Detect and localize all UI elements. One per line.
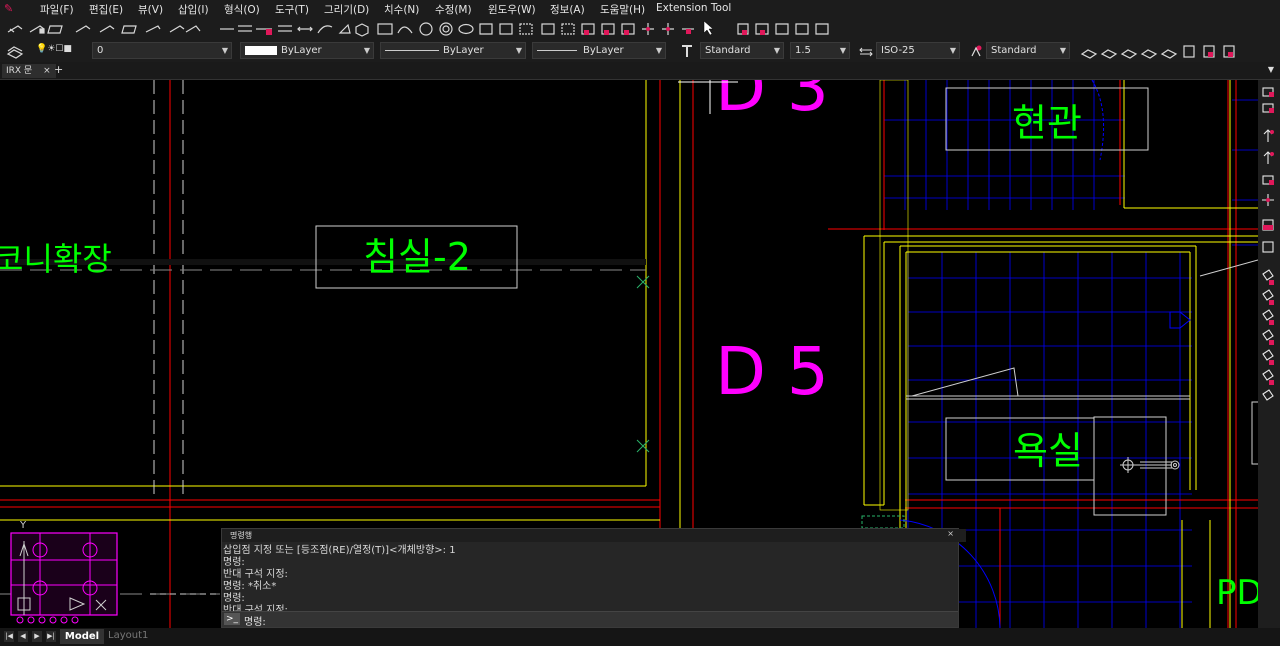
modify-toolbar-icons [1262, 87, 1274, 401]
color-swatch [245, 45, 277, 55]
layout-tab-bar: |◀ ◀ ▶ ▶| Model Layout1 [0, 628, 1280, 646]
dim-style-value: ISO-25 [881, 45, 915, 56]
room-label-entrance[interactable]: 현관 [1012, 101, 1082, 145]
menu-edit[interactable]: 편집(E) [89, 2, 123, 17]
tab-menu-chevron-icon[interactable]: ▼ [1268, 65, 1274, 74]
menu-info[interactable]: 정보(A) [550, 2, 585, 17]
point-marker-icons [636, 275, 650, 453]
draw-tool-icon [121, 25, 137, 34]
command-window[interactable]: 명령행 × 삽입점 지정 또는 [등조점(RE)/열정(T)]<개체방향>: 1… [221, 528, 966, 628]
chevron-down-icon: ▼ [655, 46, 662, 55]
tab-layout1[interactable]: Layout1 [108, 630, 148, 641]
menu-extension-tool[interactable]: Extension Tool [656, 2, 731, 14]
menu-bar: ✎ 파일(F) 편집(E) 뷰(V) 삽입(I) 형식(O) 도구(T) 그리기… [0, 0, 1280, 17]
command-prompt-label: 명령: [244, 617, 266, 628]
draw-tool-icon [47, 25, 63, 34]
line-sample [385, 49, 439, 51]
menu-tools[interactable]: 도구(T) [275, 2, 309, 17]
chevron-down-icon: ▼ [363, 46, 370, 55]
text-height-value: 1.5 [795, 45, 811, 56]
text-height-dropdown[interactable]: 1.5 ▼ [790, 42, 850, 59]
command-prompt-icon: >_ [224, 613, 240, 625]
ucs-y-label: Y [19, 520, 27, 531]
document-tab-label: IRX 문 [6, 66, 33, 76]
command-history-line: 삽입점 지정 또는 [등조점(RE)/열정(T)]<개체방향>: 1 [223, 545, 456, 556]
red-badge-icon [266, 29, 272, 35]
dashed-grid-lines [153, 80, 184, 500]
draw-tool-icon [99, 25, 115, 33]
door-label-d3[interactable]: D 3 [715, 80, 829, 126]
mouse-cursor-icon [703, 20, 714, 36]
dim-style-dropdown[interactable]: ISO-25 ▼ [876, 42, 960, 59]
room-label-bathroom[interactable]: 욕실 [1013, 429, 1083, 473]
chevron-down-icon: ▼ [515, 46, 522, 55]
layer-state-icons[interactable]: 💡☀☐■ [36, 44, 72, 54]
menu-format[interactable]: 형식(O) [224, 2, 260, 17]
command-input[interactable]: >_ 명령: [222, 611, 958, 628]
text-style-dropdown[interactable]: Standard ▼ [700, 42, 784, 59]
menu-insert[interactable]: 삽입(I) [178, 2, 209, 17]
mleader-style-value: Standard [991, 45, 1037, 56]
chevron-down-icon: ▼ [1059, 46, 1066, 55]
draw-tool-icon [29, 25, 45, 34]
menu-draw[interactable]: 그리기(D) [324, 2, 369, 17]
layer-value: 0 [97, 45, 104, 56]
pd-label[interactable]: PD [1216, 573, 1258, 613]
last-layout-icon[interactable]: ▶| [46, 631, 56, 642]
close-icon[interactable]: × [947, 529, 954, 538]
linetype-value: ByLayer [443, 45, 484, 56]
draw-tool-icon [185, 25, 201, 33]
color-value: ByLayer [281, 45, 322, 56]
room-label-balcony[interactable]: 코니확장 [0, 240, 112, 278]
menu-dimension[interactable]: 치수(N) [384, 2, 419, 17]
door-label-d5[interactable]: D 5 [715, 333, 829, 410]
text-style-value: Standard [705, 45, 751, 56]
chevron-down-icon: ▼ [773, 46, 780, 55]
color-dropdown[interactable]: ByLayer ▼ [240, 42, 374, 59]
draw-toolbar-icons [7, 20, 829, 37]
menu-view[interactable]: 뷰(V) [138, 2, 163, 17]
menu-window[interactable]: 윈도우(W) [488, 2, 536, 17]
draw-toolbar [0, 17, 1280, 40]
prev-layout-icon[interactable]: ◀ [18, 631, 28, 642]
hatch-outline [861, 515, 905, 529]
document-tab-bar: IRX 문 × + ▼ [0, 62, 1280, 80]
layer-dropdown[interactable]: 0 ▼ [92, 42, 232, 59]
menu-help[interactable]: 도움말(H) [600, 2, 645, 17]
chevron-down-icon: ▼ [839, 46, 846, 55]
line-sample [537, 49, 577, 51]
room-label-bedroom2[interactable]: 침실-2 [363, 235, 471, 279]
modify-toolbar [1258, 80, 1280, 628]
linetype-dropdown[interactable]: ByLayer ▼ [380, 42, 526, 59]
chevron-down-icon: ▼ [221, 46, 228, 55]
next-layout-icon[interactable]: ▶ [32, 631, 42, 642]
menu-file[interactable]: 파일(F) [40, 2, 74, 17]
menu-modify[interactable]: 수정(M) [435, 2, 472, 17]
door-symbols [906, 80, 1258, 400]
chevron-down-icon: ▼ [949, 46, 956, 55]
mleader-style-dropdown[interactable]: Standard ▼ [986, 42, 1070, 59]
command-window-title-text: 명령행 [230, 531, 253, 540]
lineweight-value: ByLayer [583, 45, 624, 56]
first-layout-icon[interactable]: |◀ [4, 631, 14, 642]
add-tab-icon[interactable]: + [54, 63, 63, 76]
lineweight-dropdown[interactable]: ByLayer ▼ [532, 42, 666, 59]
tile-grid-entrance [883, 80, 1125, 210]
draw-tool-icon [7, 25, 23, 33]
draw-tool-icon [169, 25, 185, 33]
viewcube-navigation-widget[interactable] [10, 532, 220, 624]
document-tab[interactable]: IRX 문 × [2, 64, 56, 78]
tab-model[interactable]: Model [60, 629, 104, 644]
app-logo-icon[interactable]: ✎ [4, 2, 13, 15]
draw-tool-icon [75, 25, 91, 33]
draw-tool-icon [145, 25, 161, 33]
close-icon[interactable]: × [43, 66, 51, 76]
